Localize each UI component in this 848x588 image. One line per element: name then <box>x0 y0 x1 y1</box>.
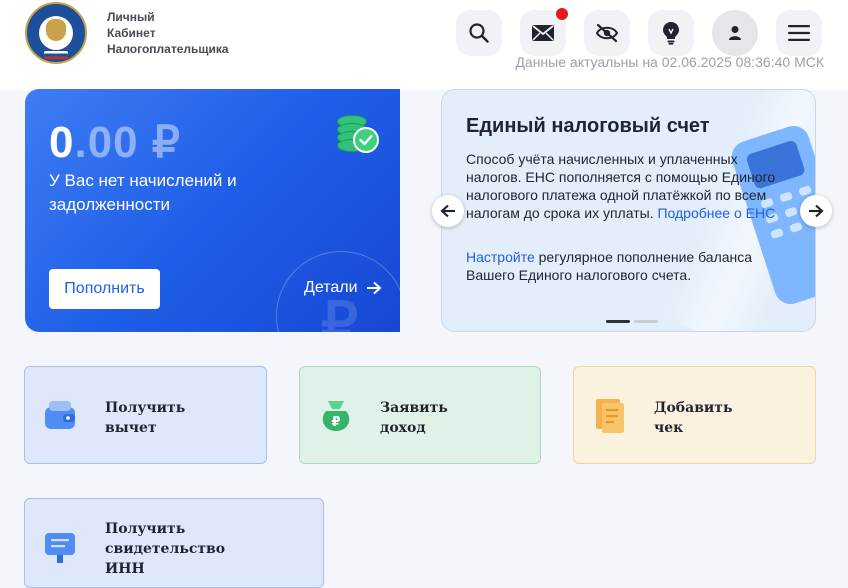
coins-check-icon <box>337 113 379 155</box>
eagle-emblem-icon <box>46 19 66 41</box>
brand-line-2: Кабинет <box>107 26 156 40</box>
wallet-icon <box>45 401 75 429</box>
tile-label-line: вычет <box>105 420 157 436</box>
tile-label-line: Заявить <box>380 400 448 416</box>
carousel-prev-button[interactable] <box>432 195 464 227</box>
brand-line-1: Личный <box>107 10 155 24</box>
tile-add-receipt[interactable]: Добавить чек <box>573 366 816 464</box>
terminal-key <box>789 221 803 234</box>
hide-values-button[interactable] <box>584 10 630 56</box>
user-icon <box>729 26 741 40</box>
brand-title[interactable]: Личный Кабинет Налогоплательщика <box>107 9 229 57</box>
topup-button[interactable]: Пополнить <box>49 269 160 309</box>
tile-label-line: Получить <box>105 400 186 416</box>
balance-message: У Вас нет начислений и задолженности <box>49 171 237 214</box>
terminal-key <box>770 227 784 240</box>
arrow-right-icon <box>366 281 382 295</box>
menu-icon <box>788 25 810 41</box>
search-button[interactable] <box>456 10 502 56</box>
balance-amount: 0.00 ₽ <box>49 117 181 168</box>
tile-label-line: Добавить <box>654 400 733 416</box>
tile-label-line: свидетельство <box>105 541 226 557</box>
notification-dot <box>556 8 568 20</box>
tile-get-deduction[interactable]: Получить вычет <box>24 366 267 464</box>
ens-description: Способ учёта начисленных и уплаченных на… <box>466 150 791 222</box>
arrow-left-icon <box>440 204 455 218</box>
ens-setup-link[interactable]: Настройте <box>466 249 535 265</box>
balance-card: 0.00 ₽ У Вас нет начислений и задолженно… <box>25 89 400 332</box>
tile-get-inn-certificate[interactable]: Получить свидетельство ИНН <box>24 498 324 588</box>
tips-button[interactable] <box>648 10 694 56</box>
tile-label: Получить вычет <box>105 398 185 438</box>
carousel-dot[interactable] <box>634 320 658 323</box>
ens-setup-text: Настройте регулярное пополнение баланса … <box>466 248 786 284</box>
details-link[interactable]: Детали <box>304 279 382 297</box>
ens-title: Единый налоговый счет <box>466 115 710 137</box>
mail-icon <box>532 25 554 41</box>
arrow-right-icon <box>809 204 824 218</box>
tile-label: Заявить доход <box>380 398 448 438</box>
carousel-dot-active[interactable] <box>606 320 630 323</box>
balance-decimal: .00 ₽ <box>74 118 181 167</box>
receipt-icon <box>596 399 624 433</box>
app-header: Личный Кабинет Налогоплательщика Данные … <box>0 0 848 90</box>
tile-label-line: чек <box>654 420 684 436</box>
brand-line-3: Налогоплательщика <box>107 42 229 56</box>
svg-text:₽: ₽ <box>331 415 340 430</box>
fns-logo[interactable] <box>25 2 87 64</box>
tile-label-line: Получить <box>105 521 186 537</box>
data-updated-timestamp: Данные актуальны на 02.06.2025 08:36:40 … <box>515 54 824 70</box>
menu-button[interactable] <box>776 10 822 56</box>
ruble-money-icon: ₽ <box>322 401 350 431</box>
messages-button[interactable] <box>520 8 568 56</box>
carousel-indicators <box>606 320 658 323</box>
checkmark-icon <box>353 127 379 153</box>
tile-label-line: доход <box>380 420 426 436</box>
tile-label-line: ИНН <box>105 561 145 577</box>
balance-integer: 0 <box>49 118 75 167</box>
tile-declare-income[interactable]: ₽ Заявить доход <box>299 366 541 464</box>
ens-more-link[interactable]: Подробнее о ЕНС <box>657 205 775 221</box>
tile-label: Получить свидетельство ИНН <box>105 519 225 579</box>
lightbulb-icon <box>663 22 679 45</box>
search-icon <box>469 23 489 43</box>
ens-info-card: Единый налоговый счет Способ учёта начис… <box>441 89 816 332</box>
profile-button[interactable] <box>712 10 758 56</box>
flag-icon <box>44 51 68 59</box>
eye-off-icon <box>595 23 619 43</box>
certificate-icon <box>45 533 75 563</box>
carousel-next-button[interactable] <box>800 195 832 227</box>
details-label: Детали <box>304 279 358 296</box>
terminal-key <box>798 185 813 197</box>
tile-label: Добавить чек <box>654 398 732 438</box>
